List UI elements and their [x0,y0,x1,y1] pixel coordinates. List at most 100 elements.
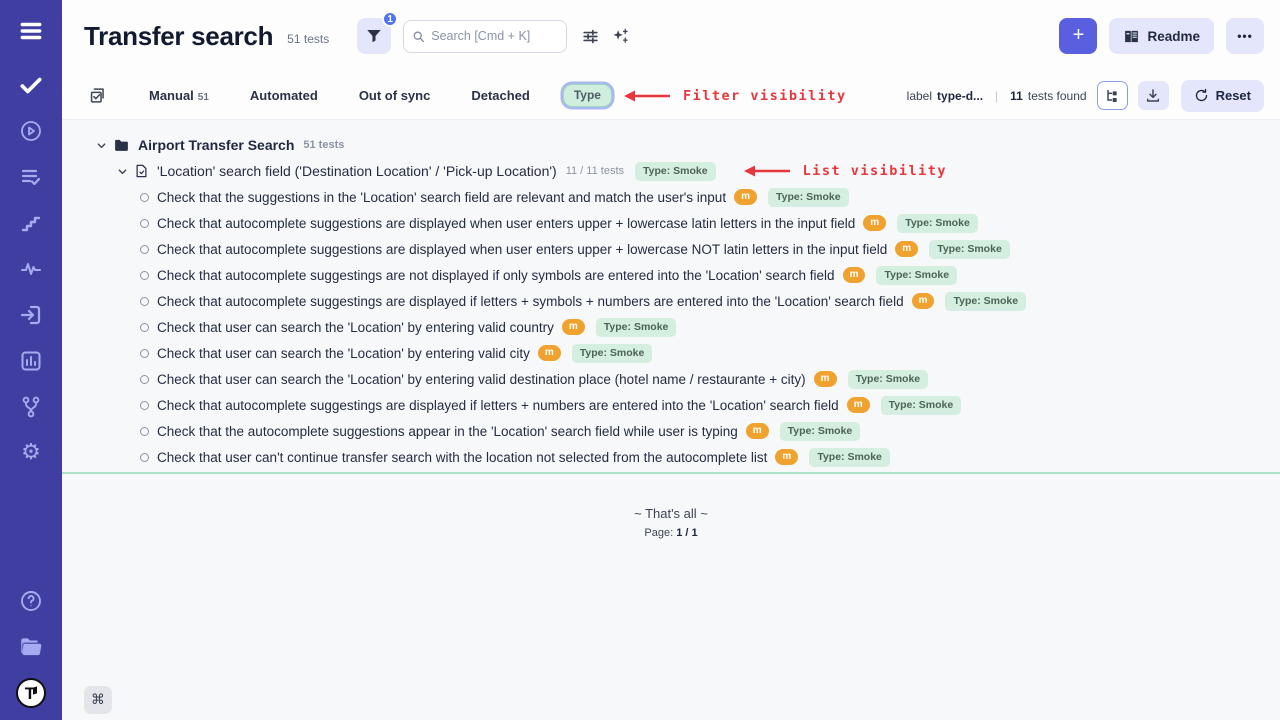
manual-badge: m [562,319,585,335]
manual-badge: m [775,449,798,465]
keyboard-shortcuts-button[interactable]: ⌘ [84,686,112,714]
folder-name[interactable]: Airport Transfer Search [138,137,294,153]
list-footer: ~ That's all ~ Page: 1 / 1 [62,506,1280,539]
test-title[interactable]: Check that autocomplete suggestions are … [157,242,887,257]
folder-count: 51 tests [303,139,344,151]
test-title[interactable]: Check that user can't continue transfer … [157,450,767,465]
test-title[interactable]: Check that autocomplete suggestings are … [157,294,904,309]
test-row[interactable]: Check that autocomplete suggestings are … [62,262,1280,288]
steps-icon[interactable] [14,206,48,240]
test-row[interactable]: Check that autocomplete suggestings are … [62,392,1280,418]
suite-row[interactable]: 'Location' search field ('Destination Lo… [62,158,1280,184]
test-row[interactable]: Check that user can search the 'Location… [62,340,1280,366]
title-tests-count: 51 tests [287,32,329,46]
menu-icon[interactable] [14,14,48,48]
list-check-icon[interactable] [14,160,48,194]
test-status-icon [140,193,149,202]
test-title[interactable]: Check that user can search the 'Location… [157,320,554,335]
test-row[interactable]: Check that autocomplete suggestions are … [62,210,1280,236]
filter-bar-right: label type-d... | 11 tests found Reset [907,80,1264,112]
sparkles-icon[interactable] [607,23,633,49]
test-title[interactable]: Check that autocomplete suggestions are … [157,216,855,231]
test-row[interactable]: Check that autocomplete suggestions are … [62,236,1280,262]
reset-label: Reset [1216,88,1251,103]
tab-manual-count: 51 [198,92,209,103]
more-options-button[interactable]: ••• [1226,18,1264,54]
test-title[interactable]: Check that the autocomplete suggestions … [157,424,738,439]
test-status-icon [140,401,149,410]
suite-type-badge: Type: Smoke [635,162,716,181]
gear-icon[interactable]: ⚙ [14,436,48,470]
folder-icon [113,137,130,154]
import-icon[interactable] [14,298,48,332]
test-status-icon [140,323,149,332]
test-title[interactable]: Check that the suggestions in the 'Locat… [157,190,726,205]
filter-count-badge: 1 [382,11,398,27]
select-all-icon[interactable] [86,85,108,107]
type-badge: Type: Smoke [768,188,849,207]
tree-view-toggle[interactable] [1097,81,1128,110]
tab-automated[interactable]: Automated [250,88,318,103]
manual-badge: m [746,423,769,439]
reset-button[interactable]: Reset [1181,80,1264,112]
readme-button[interactable]: Readme [1109,18,1214,54]
end-of-list-text: ~ That's all ~ [62,506,1280,521]
add-test-button[interactable]: + [1059,18,1097,54]
type-badge: Type: Smoke [572,344,653,363]
folder-row[interactable]: Airport Transfer Search 51 tests [62,132,1280,158]
test-title[interactable]: Check that user can search the 'Location… [157,346,530,361]
download-button[interactable] [1138,81,1169,110]
manual-badge: m [895,241,918,257]
tab-manual[interactable]: Manual 51 [149,88,209,103]
suite-name[interactable]: 'Location' search field ('Destination Lo… [157,163,557,179]
manual-badge: m [843,267,866,283]
readme-label: Readme [1147,29,1200,44]
test-row[interactable]: Check that the suggestions in the 'Locat… [62,184,1280,210]
chevron-down-icon[interactable] [117,166,128,177]
view-settings-icon[interactable] [577,23,603,49]
results-count: 11 [1010,89,1023,103]
type-badge: Type: Smoke [596,318,677,337]
test-row[interactable]: Check that user can't continue transfer … [62,444,1280,470]
test-row[interactable]: Check that user can search the 'Location… [62,314,1280,340]
type-badge: Type: Smoke [881,396,962,415]
tab-out-of-sync[interactable]: Out of sync [359,88,431,103]
type-badge: Type: Smoke [897,214,978,233]
test-title[interactable]: Check that autocomplete suggestings are … [157,268,835,283]
analytics-icon[interactable] [14,344,48,378]
search-input[interactable] [431,29,558,43]
test-status-icon [140,453,149,462]
test-row[interactable]: Check that autocomplete suggestings are … [62,288,1280,314]
test-title[interactable]: Check that autocomplete suggestings are … [157,398,839,413]
manual-badge: m [538,345,561,361]
app-window: ⚙ T Transfer search 51 tests 1 [0,0,1280,720]
filter-summary: label type-d... | 11 tests found [907,89,1087,103]
help-icon[interactable] [14,584,48,618]
test-title[interactable]: Check that user can search the 'Location… [157,372,806,387]
docs-folder-icon[interactable] [14,630,48,664]
tests-check-icon[interactable] [14,68,48,102]
manual-badge: m [847,397,870,413]
tab-detached[interactable]: Detached [471,88,530,103]
test-status-icon [140,375,149,384]
manual-badge: m [814,371,837,387]
chevron-down-icon[interactable] [96,140,107,151]
pulse-icon[interactable] [14,252,48,286]
test-status-icon [140,245,149,254]
manual-badge: m [912,293,935,309]
branch-icon[interactable] [14,390,48,424]
type-badge: Type: Smoke [780,422,861,441]
page-value: 1 / 1 [676,527,697,539]
filter-visibility-annotation: Filter visibility [623,88,847,104]
logo-t[interactable]: T [14,676,48,710]
download-icon [1145,88,1161,104]
test-row[interactable]: Check that user can search the 'Location… [62,366,1280,392]
type-badge: Type: Smoke [876,266,957,285]
play-circle-icon[interactable] [14,114,48,148]
list-visibility-annotation: List visibility [743,163,947,179]
filter-funnel-button[interactable]: 1 [357,18,391,54]
left-arrow-icon [743,165,791,177]
topbar: Transfer search 51 tests 1 + Readme [62,0,1280,72]
type-filter-pill[interactable]: Type [563,84,612,107]
test-row[interactable]: Check that the autocomplete suggestions … [62,418,1280,444]
